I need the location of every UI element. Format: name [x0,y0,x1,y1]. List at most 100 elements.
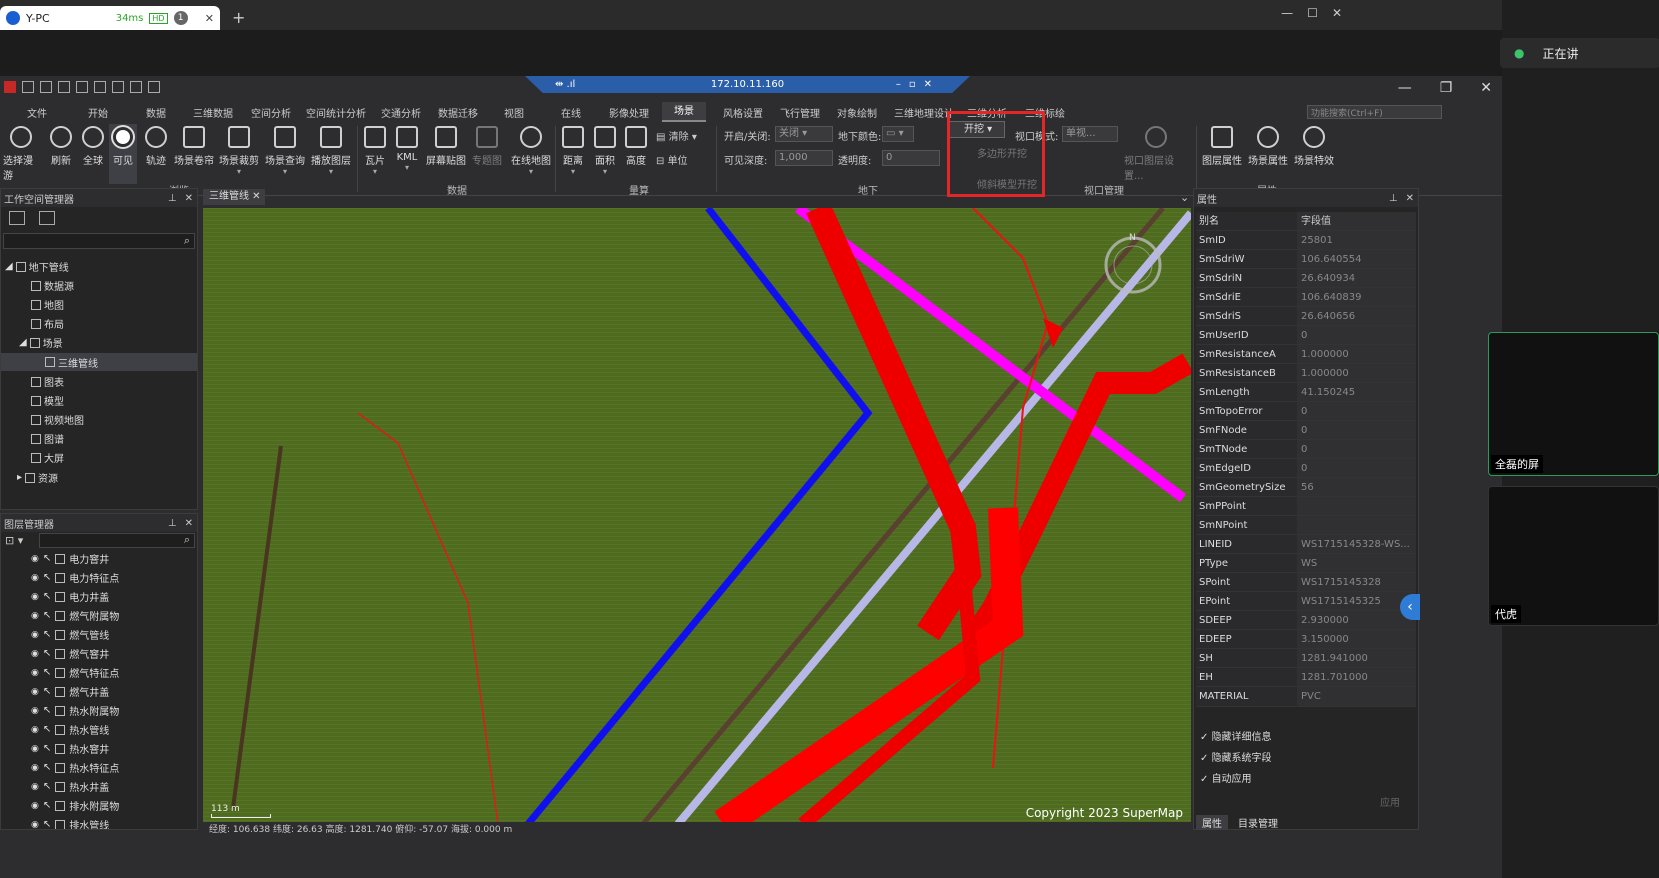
property-value[interactable]: 26.640656 [1297,307,1416,326]
eye-icon[interactable]: ◉ [31,611,39,621]
tree-item-chart[interactable]: 图表 [31,374,64,389]
tree-item-resources[interactable]: ▸ 资源 [17,470,58,485]
eye-icon[interactable]: ◉ [31,687,39,697]
property-row[interactable]: SmResistanceA 1.000000 [1196,345,1416,364]
layer-item[interactable]: ◉ ↖ 热水窨井 [31,741,109,756]
property-row[interactable]: SmFNode 0 [1196,421,1416,440]
property-row[interactable]: SmNPoint [1196,516,1416,535]
pin-icon[interactable]: ⇹ .ıl [555,79,575,90]
select-icon[interactable]: ↖ [43,572,51,583]
property-row[interactable]: SPoint WS1715145328 [1196,573,1416,592]
scene-query-button[interactable]: 场景查询 ▾ [264,124,306,184]
scene-clip-button[interactable]: 场景裁剪 ▾ [218,124,260,184]
property-row[interactable]: SmSdriS 26.640656 [1196,307,1416,326]
minimize-icon[interactable]: — [1281,6,1293,20]
pin-icon[interactable]: ⊥ [168,518,177,529]
browser-tab[interactable]: Y-PC 34ms HD 1 ✕ [0,6,220,30]
menu-online[interactable]: 在线 [561,105,581,120]
restore-icon[interactable]: ❐ [1440,80,1453,96]
property-row[interactable]: SmLength 41.150245 [1196,383,1416,402]
new-tab-button[interactable]: + [232,8,245,27]
property-value[interactable]: 1.000000 [1297,345,1416,364]
menu-draw[interactable]: 对象绘制 [837,105,877,120]
layer-options-icon[interactable]: ⊡ ▾ [5,534,23,547]
select-icon[interactable]: ↖ [43,686,51,697]
layer-item[interactable]: ◉ ↖ 排水附属物 [31,798,119,813]
menu-imagery[interactable]: 影像处理 [609,105,649,120]
layer-item[interactable]: ◉ ↖ 热水管线 [31,722,109,737]
tab-directory[interactable]: 目录管理 [1238,815,1278,830]
layer-item[interactable]: ◉ ↖ 电力窨井 [31,551,109,566]
auto-apply-checkbox[interactable]: ✓ 自动应用 [1200,770,1252,785]
eye-icon[interactable]: ◉ [31,706,39,716]
folder-icon[interactable] [148,81,160,93]
close-icon[interactable]: ✕ [185,518,193,529]
property-row[interactable]: EDEEP 3.150000 [1196,630,1416,649]
property-value[interactable]: 1281.941000 [1297,649,1416,668]
tile-button[interactable]: 瓦片 ▾ [360,124,390,184]
zoom-icon[interactable] [112,81,124,93]
viewport-settings-button[interactable]: 视口图层设置... [1124,124,1188,184]
unit-button[interactable]: ⊟ 单位 [656,152,688,167]
property-value[interactable]: 2.930000 [1297,611,1416,630]
layer-item[interactable]: ◉ ↖ 燃气井盖 [31,684,109,699]
eye-icon[interactable]: ◉ [31,630,39,640]
property-value[interactable]: 0 [1297,440,1416,459]
layer-item[interactable]: ◉ ↖ 电力井盖 [31,589,109,604]
eye-icon[interactable]: ◉ [31,744,39,754]
property-value[interactable]: WS1715145325 [1297,592,1416,611]
select-icon[interactable]: ↖ [43,591,51,602]
tree-item-map[interactable]: 地图 [31,297,64,312]
property-row[interactable]: SmTopoError 0 [1196,402,1416,421]
save-icon[interactable] [40,81,52,93]
remote-controls[interactable]: –▫✕ [896,79,940,90]
select-icon[interactable]: ↖ [43,610,51,621]
property-value[interactable]: 0 [1297,421,1416,440]
menu-scene[interactable]: 场景 [662,102,706,122]
select-icon[interactable]: ↖ [43,762,51,773]
tree-item-datasource[interactable]: 数据源 [31,278,74,293]
layer-item[interactable]: ◉ ↖ 燃气附属物 [31,608,119,623]
new-icon[interactable] [22,81,34,93]
property-row[interactable]: LINEID WS1715145328-WS... [1196,535,1416,554]
close-icon[interactable]: ✕ [1480,80,1492,96]
layer-search-input[interactable]: ⌕ [39,533,195,548]
layers-icon[interactable] [130,81,142,93]
globe-button[interactable]: 全球 [75,124,111,184]
eye-icon[interactable]: ◉ [31,573,39,583]
tab-3d-pipeline[interactable]: 三维管线 ✕ [203,189,265,205]
tree-item-graph[interactable]: 图谱 [31,431,64,446]
cursor-icon[interactable] [76,81,88,93]
property-value[interactable]: 106.640554 [1297,250,1416,269]
menu-start[interactable]: 开始 [88,105,108,120]
select-icon[interactable]: ↖ [43,667,51,678]
layer-item[interactable]: ◉ ↖ 热水特征点 [31,760,119,775]
eye-icon[interactable]: ◉ [31,668,39,678]
area-button[interactable]: 面积 ▾ [590,124,620,184]
viewport-mode-select[interactable]: 单视... [1062,126,1118,142]
screen-image-button[interactable]: 屏幕贴图 [424,124,468,184]
property-row[interactable]: SmGeometrySize 56 [1196,478,1416,497]
tab-list-chevron-icon[interactable]: ⌄ [1180,191,1189,204]
property-value[interactable] [1297,497,1416,516]
select-icon[interactable]: ↖ [43,648,51,659]
property-row[interactable]: SmSdriW 106.640554 [1196,250,1416,269]
select-icon[interactable]: ↖ [43,781,51,792]
clear-button[interactable]: ▤ 清除 ▾ [656,128,697,143]
scene-effects-button[interactable]: 场景特效 [1292,124,1336,184]
eye-icon[interactable]: ◉ [31,554,39,564]
layer-item[interactable]: ◉ ↖ 燃气窨井 [31,646,109,661]
participant-video-2[interactable]: 代虎 [1488,486,1659,626]
participant-video-1[interactable]: 全磊的屏 [1488,332,1659,476]
saveas-icon[interactable] [58,81,70,93]
thematic-button[interactable]: 专题图 [470,124,504,184]
property-row[interactable]: EPoint WS1715145325 [1196,592,1416,611]
menu-spatial-stats[interactable]: 空间统计分析 [306,105,366,120]
property-value[interactable]: 41.150245 [1297,383,1416,402]
link-icon[interactable] [39,211,55,225]
close-icon[interactable]: ✕ [1406,193,1414,204]
menu-traffic[interactable]: 交通分析 [381,105,421,120]
eye-icon[interactable]: ◉ [31,725,39,735]
minimize-icon[interactable]: — [1398,80,1412,96]
close-tab-icon[interactable]: ✕ [205,12,214,25]
